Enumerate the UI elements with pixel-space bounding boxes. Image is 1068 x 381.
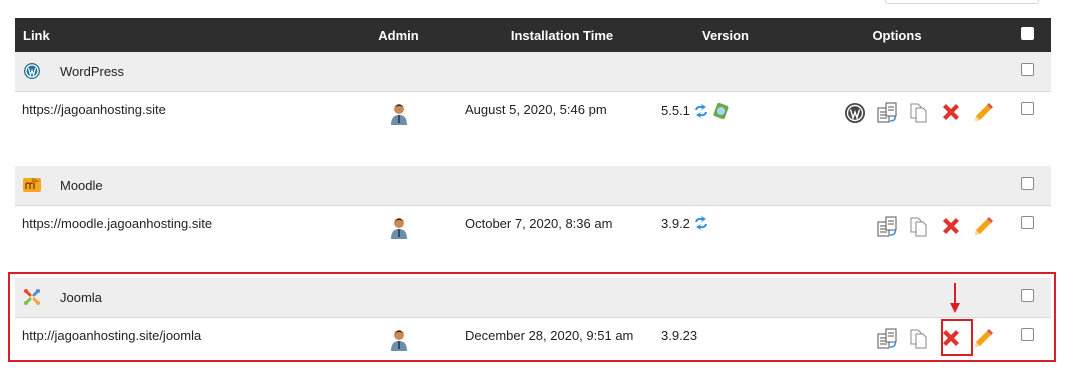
admin-user-icon[interactable] xyxy=(390,102,408,126)
install-checkbox[interactable] xyxy=(1020,215,1034,229)
remove-icon[interactable] xyxy=(940,216,962,238)
header-installation-time: Installation Time xyxy=(510,27,614,43)
group-row-wordpress: WordPress xyxy=(15,52,1051,91)
table-header: Link Admin Installation Time Version Opt… xyxy=(15,18,1051,52)
install-url[interactable]: https://jagoanhosting.site xyxy=(22,102,166,117)
group-row-joomla: Joomla xyxy=(15,278,1051,317)
copy-icon[interactable] xyxy=(908,216,930,238)
staging-icon[interactable] xyxy=(712,102,730,120)
installation-time: August 5, 2020, 5:46 pm xyxy=(465,101,607,117)
app-name-joomla: Joomla xyxy=(60,289,102,305)
copy-icon[interactable] xyxy=(908,102,930,124)
remove-icon[interactable] xyxy=(940,102,962,124)
clone-icon[interactable] xyxy=(876,216,898,238)
group-checkbox-wordpress[interactable] xyxy=(1020,63,1034,77)
admin-user-icon[interactable] xyxy=(390,216,408,240)
update-icon[interactable] xyxy=(693,103,709,118)
header-admin: Admin xyxy=(378,27,419,43)
install-checkbox[interactable] xyxy=(1020,101,1034,115)
group-row-moodle: Moodle xyxy=(15,166,1051,205)
admin-user-icon[interactable] xyxy=(390,328,408,352)
install-row-moodle: https://moodle.jagoanhosting.site Octobe… xyxy=(15,205,1051,278)
select-all-checkbox[interactable] xyxy=(1020,27,1034,40)
down-arrow-icon xyxy=(950,283,960,313)
install-row-wordpress: https://jagoanhosting.site August 5, 202… xyxy=(15,91,1051,166)
header-options: Options xyxy=(872,27,922,43)
installation-time: December 28, 2020, 9:51 am xyxy=(465,327,634,343)
remove-highlight-box xyxy=(941,319,973,356)
install-url[interactable]: https://moodle.jagoanhosting.site xyxy=(22,216,212,231)
install-row-joomla: http://jagoanhosting.site/joomla Decembe… xyxy=(15,317,1051,361)
edit-icon[interactable] xyxy=(972,216,994,238)
copy-icon[interactable] xyxy=(908,328,930,350)
app-name-moodle: Moodle xyxy=(60,177,103,193)
wordpress-icon xyxy=(24,63,40,80)
app-name-wordpress: WordPress xyxy=(60,63,125,79)
header-link: Link xyxy=(23,27,50,43)
install-checkbox[interactable] xyxy=(1020,327,1034,341)
group-checkbox-moodle[interactable] xyxy=(1020,177,1034,191)
header-version: Version xyxy=(702,27,749,43)
moodle-icon xyxy=(23,178,41,193)
version: 3.9.2 xyxy=(661,215,690,231)
group-checkbox-joomla[interactable] xyxy=(1020,289,1034,303)
edit-icon[interactable] xyxy=(972,328,994,350)
wordpress-manage-icon[interactable] xyxy=(844,102,866,124)
clone-icon[interactable] xyxy=(876,328,898,350)
install-url[interactable]: http://jagoanhosting.site/joomla xyxy=(22,328,201,343)
version: 3.9.23 xyxy=(661,327,698,343)
installations-table: Link Admin Installation Time Version Opt… xyxy=(15,18,1051,361)
update-icon[interactable] xyxy=(693,216,709,230)
clone-icon[interactable] xyxy=(876,102,898,124)
installation-time: October 7, 2020, 8:36 am xyxy=(465,215,613,231)
version: 5.5.1 xyxy=(661,103,690,118)
joomla-icon xyxy=(24,289,40,306)
top-box xyxy=(885,0,1039,4)
edit-icon[interactable] xyxy=(972,102,994,124)
